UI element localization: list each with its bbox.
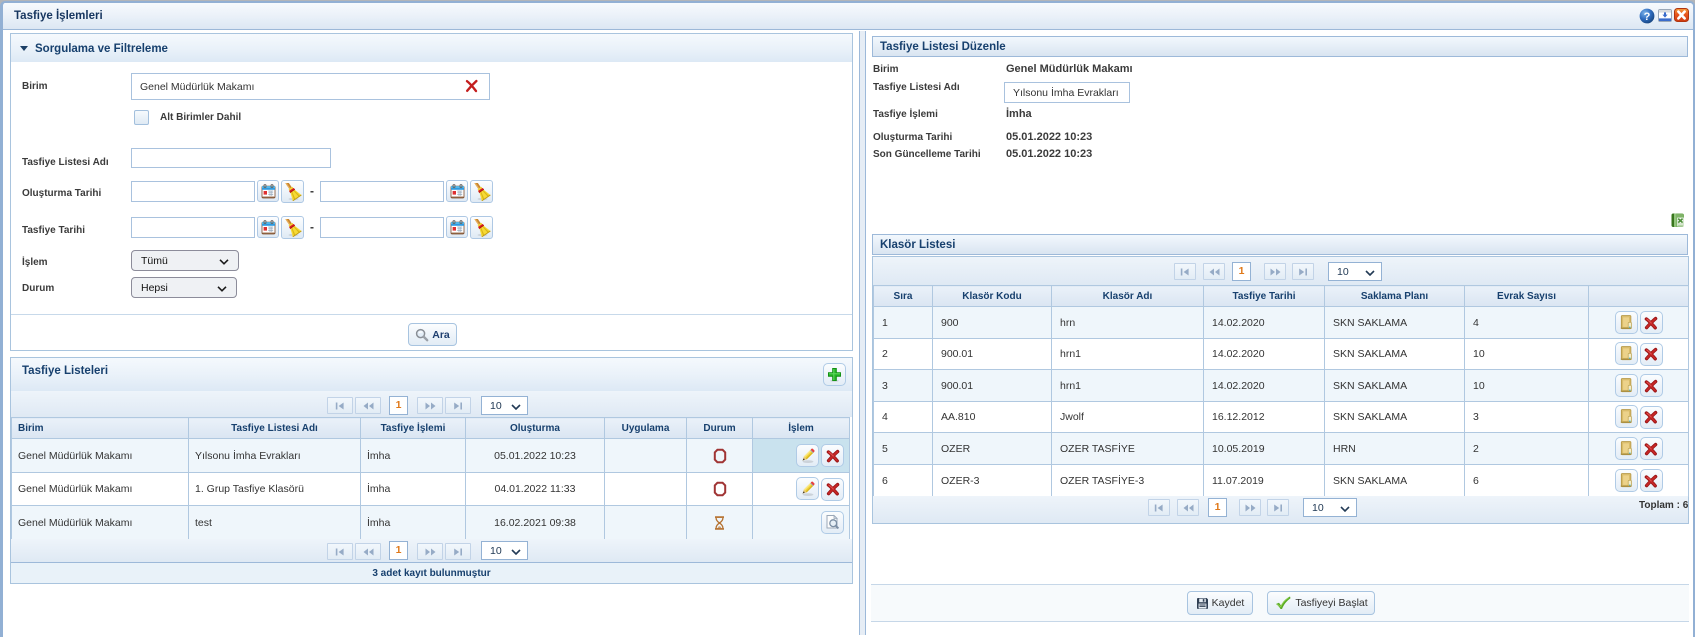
svg-text:?: ?	[1644, 11, 1651, 23]
